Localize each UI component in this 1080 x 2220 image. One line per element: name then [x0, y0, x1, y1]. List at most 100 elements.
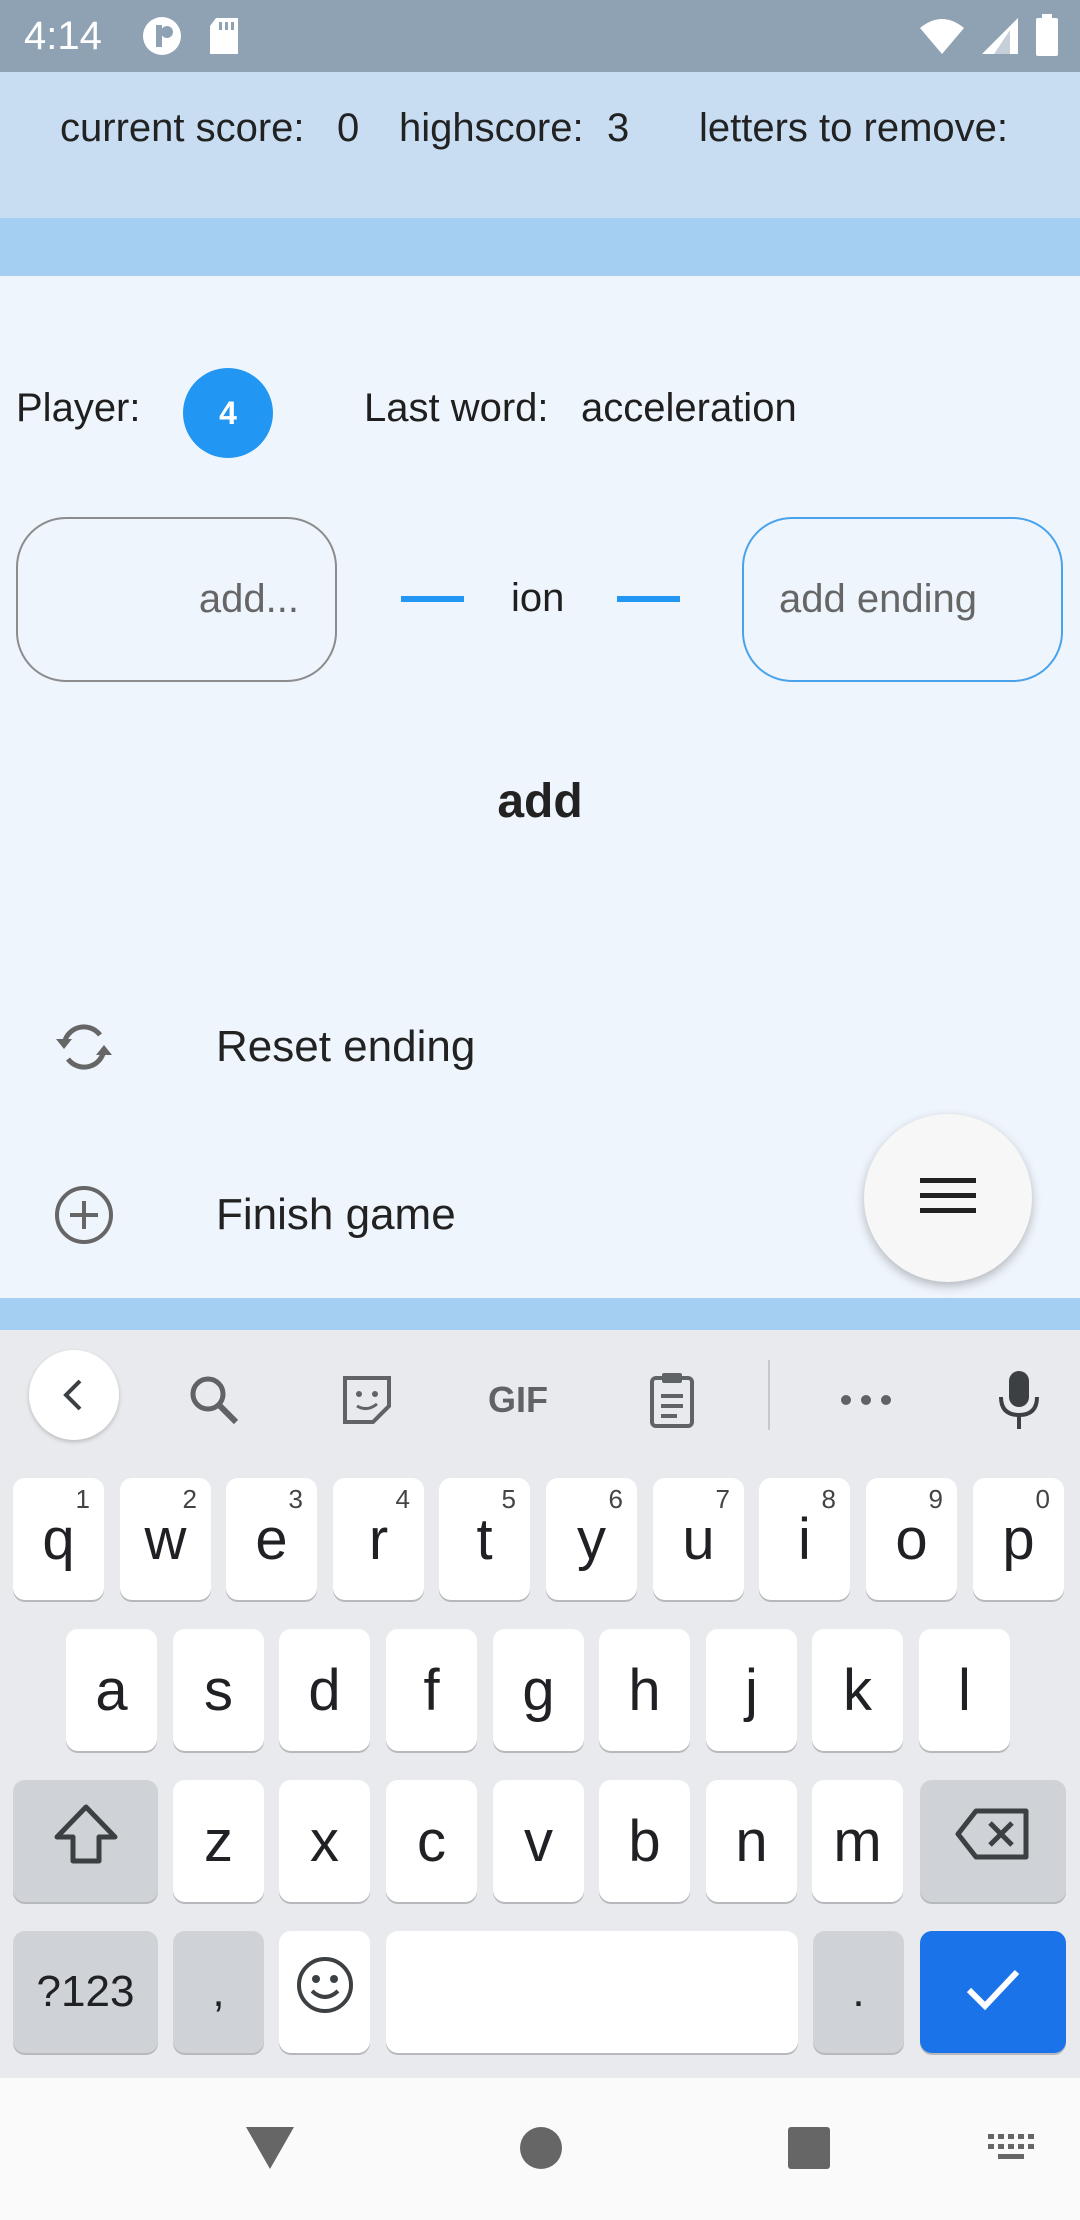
keyboard-toolbar: GIF	[0, 1330, 1080, 1460]
key-d[interactable]: d	[279, 1629, 370, 1751]
status-left-icons	[140, 14, 242, 63]
key-t[interactable]: t5	[439, 1478, 530, 1600]
key-q[interactable]: q1	[13, 1478, 104, 1600]
current-suffix: ion	[511, 576, 565, 620]
key-e-label: e	[255, 1506, 288, 1572]
app-notification-icon	[140, 14, 184, 63]
more-icon[interactable]	[826, 1360, 906, 1440]
key-f[interactable]: f	[386, 1629, 477, 1751]
soft-keyboard: GIF q1 w2 e3 r4 t5 y6 u7 i8 o9 p0 a s d …	[0, 1330, 1080, 2078]
key-n[interactable]: n	[706, 1780, 797, 1902]
status-right-icons	[918, 14, 1060, 63]
prefix-input[interactable]: add...	[16, 517, 337, 682]
key-c[interactable]: c	[386, 1780, 477, 1902]
key-m[interactable]: m	[812, 1780, 903, 1902]
nav-recents-icon[interactable]	[774, 2113, 844, 2183]
key-j[interactable]: j	[706, 1629, 797, 1751]
key-w-hint: 2	[182, 1484, 197, 1514]
add-button[interactable]: add	[470, 766, 610, 836]
key-e-hint: 3	[288, 1484, 303, 1514]
key-t-hint: 5	[501, 1484, 516, 1514]
key-r[interactable]: r4	[333, 1478, 424, 1600]
bottom-app-strip	[0, 1298, 1080, 1330]
key-b[interactable]: b	[599, 1780, 690, 1902]
microphone-icon[interactable]	[979, 1360, 1059, 1440]
key-r-hint: 4	[395, 1484, 410, 1514]
menu-fab[interactable]	[864, 1114, 1032, 1282]
key-o-hint: 9	[928, 1484, 943, 1514]
shift-icon	[51, 1803, 121, 1879]
key-o-label: o	[895, 1506, 928, 1572]
emoji-key[interactable]	[279, 1931, 370, 2053]
sd-card-icon	[206, 16, 242, 61]
key-r-label: r	[368, 1506, 389, 1572]
dash-left	[401, 596, 464, 602]
status-bar: 4:14	[0, 0, 1080, 72]
last-word-label: Last word:	[364, 386, 549, 430]
emoji-icon	[295, 1955, 355, 2029]
sticker-icon[interactable]	[327, 1360, 407, 1440]
comma-key[interactable]: ,	[173, 1931, 264, 2053]
current-score-value: 0	[337, 106, 360, 150]
key-x[interactable]: x	[279, 1780, 370, 1902]
finish-game-label: Finish game	[216, 1190, 456, 1239]
key-v[interactable]: v	[493, 1780, 584, 1902]
enter-key[interactable]	[920, 1931, 1066, 2053]
key-y[interactable]: y6	[546, 1478, 637, 1600]
keyboard-switch-icon[interactable]	[977, 2113, 1047, 2183]
key-p-label: p	[1002, 1506, 1035, 1572]
clipboard-icon[interactable]	[632, 1360, 712, 1440]
key-h[interactable]: h	[599, 1629, 690, 1751]
space-key[interactable]	[386, 1931, 798, 2053]
battery-icon	[1034, 14, 1060, 63]
key-y-hint: 6	[608, 1484, 623, 1514]
wifi-icon	[918, 16, 966, 61]
search-icon[interactable]	[174, 1360, 254, 1440]
prefix-input-placeholder: add...	[198, 577, 299, 621]
key-i-label: i	[798, 1506, 811, 1572]
key-w-label: w	[144, 1506, 187, 1572]
shift-key[interactable]	[13, 1780, 158, 1902]
key-u-label: u	[682, 1506, 715, 1572]
backspace-key[interactable]	[920, 1780, 1066, 1902]
sync-icon	[50, 1013, 118, 1081]
reset-ending-item[interactable]: Reset ending	[0, 987, 860, 1107]
checkmark-icon	[963, 1959, 1023, 2026]
key-e[interactable]: e3	[226, 1478, 317, 1600]
key-i[interactable]: i8	[759, 1478, 850, 1600]
reset-ending-label: Reset ending	[216, 1022, 476, 1071]
nav-back-icon[interactable]	[235, 2113, 305, 2183]
key-u[interactable]: u7	[653, 1478, 744, 1600]
hamburger-menu-icon	[918, 1174, 978, 1223]
symbols-key[interactable]: ?123	[13, 1931, 158, 2053]
period-key[interactable]: .	[813, 1931, 904, 2053]
backspace-icon	[954, 1807, 1032, 1875]
ending-input-placeholder: add ending	[779, 577, 977, 621]
dash-right	[617, 596, 680, 602]
key-s[interactable]: s	[173, 1629, 264, 1751]
key-i-hint: 8	[821, 1484, 836, 1514]
key-a[interactable]: a	[66, 1629, 157, 1751]
game-panel: Player: 4 Last word: acceleration add...…	[0, 276, 1080, 1298]
player-label: Player:	[16, 386, 141, 430]
key-z[interactable]: z	[173, 1780, 264, 1902]
letters-to-remove-label: letters to remove:	[699, 106, 1009, 150]
signal-icon	[980, 16, 1020, 61]
nav-home-icon[interactable]	[506, 2113, 576, 2183]
toolbar-separator	[768, 1360, 770, 1430]
key-l[interactable]: l	[919, 1629, 1010, 1751]
back-chevron-icon[interactable]	[29, 1350, 119, 1440]
key-q-hint: 1	[75, 1484, 90, 1514]
last-word-value: acceleration	[581, 386, 797, 430]
gif-button[interactable]: GIF	[478, 1360, 558, 1440]
ending-input[interactable]: add ending	[742, 517, 1063, 682]
key-w[interactable]: w2	[120, 1478, 211, 1600]
key-o[interactable]: o9	[866, 1478, 957, 1600]
highscore-label: highscore:	[399, 106, 584, 150]
key-g[interactable]: g	[493, 1629, 584, 1751]
key-p[interactable]: p0	[973, 1478, 1064, 1600]
key-u-hint: 7	[715, 1484, 730, 1514]
finish-game-item[interactable]: Finish game	[0, 1155, 860, 1275]
key-k[interactable]: k	[812, 1629, 903, 1751]
score-bar-divider	[0, 218, 1080, 276]
